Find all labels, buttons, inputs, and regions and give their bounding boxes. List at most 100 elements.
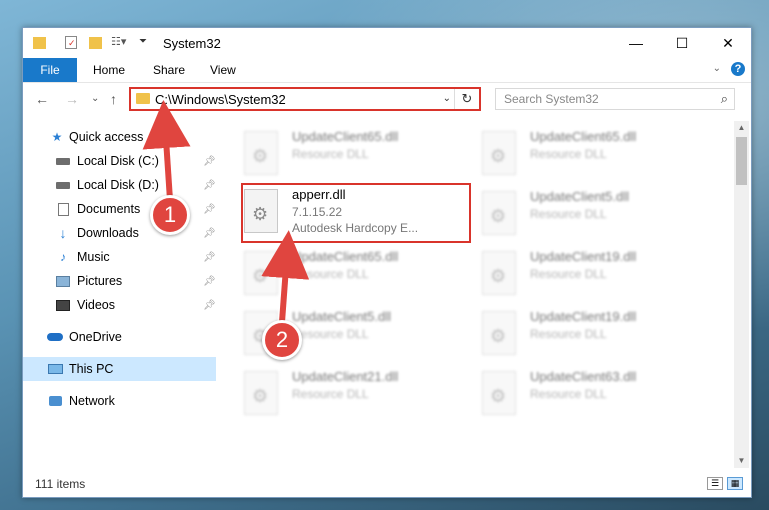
file-item[interactable]: ⚙ UpdateClient65.dll Resource DLL [244,127,469,183]
file-name: UpdateClient19.dll [530,249,637,264]
file-item[interactable]: ⚙ UpdateClient21.dll Resource DLL [244,367,469,423]
scrollbar-thumb[interactable] [736,137,747,185]
music-icon: ♪ [60,250,66,264]
up-arrow-icon[interactable]: ↑ [110,91,117,107]
large-icons-view-icon[interactable]: ▦ [727,477,743,490]
sidebar-item-label: Pictures [77,274,123,288]
file-name: UpdateClient21.dll [292,369,399,384]
vertical-scrollbar[interactable]: ▲ ▼ [734,121,749,468]
dll-file-icon: ⚙ [482,371,516,415]
sidebar-item-network[interactable]: Network [23,389,216,413]
expand-ribbon-icon[interactable]: ⌄ [713,63,721,74]
documents-icon [55,202,71,216]
computer-icon [47,362,63,376]
file-name: UpdateClient5.dll [530,189,630,204]
cloud-icon [47,330,63,344]
maximize-button[interactable]: ☐ [659,28,705,58]
dll-file-icon: ⚙ [482,131,516,175]
tab-view[interactable]: View [210,58,236,82]
sidebar-item-music[interactable]: ♪ Music 📌︎ [23,245,216,269]
pin-icon[interactable]: 📌︎ [203,276,216,287]
file-explorer-window: ✓ ☷▾ ⏷ System32 — ☐ ✕ File Home Share Vi… [22,27,752,498]
sidebar-item-local-disk-d[interactable]: Local Disk (D:) 📌︎ [23,173,216,197]
recent-locations-icon[interactable]: ⌄ [91,93,99,104]
downloads-icon: ↓ [59,225,67,241]
details-view-icon[interactable]: ☰ [707,477,723,490]
scroll-up-icon[interactable]: ▲ [734,121,749,135]
scroll-down-icon[interactable]: ▼ [734,454,749,468]
dll-file-icon: ⚙ [482,251,516,295]
dll-file-icon: ⚙ [244,371,278,415]
properties-icon[interactable]: ✓ [65,36,77,49]
close-button[interactable]: ✕ [705,28,751,58]
step-2-badge: 2 [262,320,302,360]
file-name: UpdateClient19.dll [530,309,637,324]
pictures-icon [55,274,71,288]
help-icon[interactable]: ? [731,62,745,76]
customize-toolbar-icon[interactable]: ☷▾ [111,35,126,51]
address-path[interactable]: C:\Windows\System32 [155,92,286,107]
gear-icon: ⚙ [490,146,507,166]
dll-file-icon: ⚙ [244,251,278,295]
sidebar-item-local-disk-c[interactable]: Local Disk (C:) 📌︎ [23,149,216,173]
tab-file[interactable]: File [23,58,77,82]
folder-icon [136,93,150,104]
address-bar[interactable]: C:\Windows\System32 ⌄ ↻ [129,87,481,111]
dll-file-icon: ⚙ [482,311,516,355]
dll-file-icon: ⚙ [244,131,278,175]
item-count: 111 items [35,477,86,491]
file-item[interactable]: ⚙ UpdateClient5.dll Resource DLL [482,187,707,243]
back-arrow-icon[interactable]: ← [35,91,49,107]
file-name: UpdateClient65.dll [292,129,399,144]
step-1-badge: 1 [150,195,190,235]
gear-icon: ⚙ [252,266,269,286]
apperr-highlight-box [241,183,471,243]
pin-icon[interactable]: 📌︎ [203,180,216,191]
file-description: Resource DLL [292,267,369,281]
search-placeholder[interactable]: Search System32 [504,92,599,106]
folder-icon [33,37,46,49]
tab-share[interactable]: Share [153,58,185,82]
file-item[interactable]: ⚙ UpdateClient19.dll Resource DLL [482,247,707,303]
new-folder-icon[interactable] [89,37,102,49]
file-item[interactable]: ⚙ UpdateClient65.dll Resource DLL [244,247,469,303]
minimize-button[interactable]: — [613,28,659,58]
pin-icon[interactable]: 📌︎ [203,204,216,215]
file-description: Resource DLL [530,387,607,401]
file-description: Resource DLL [292,327,369,341]
sidebar-item-quick-access[interactable]: ★ Quick access [23,125,216,149]
sidebar-item-label: Downloads [77,226,139,240]
sidebar-item-pictures[interactable]: Pictures 📌︎ [23,269,216,293]
gear-icon: ⚙ [490,266,507,286]
sidebar-item-this-pc[interactable]: This PC [23,357,216,381]
gear-icon: ⚙ [490,326,507,346]
gear-icon: ⚙ [490,206,507,226]
search-icon[interactable]: ⌕ [721,91,728,107]
file-description: Resource DLL [530,327,607,341]
quick-access-dropdown-icon[interactable]: ⏷ [139,36,147,52]
sidebar-item-label: Local Disk (D:) [77,178,159,192]
pin-icon[interactable]: 📌︎ [203,300,216,311]
file-description: Resource DLL [530,147,607,161]
star-icon: ★ [51,130,63,144]
sidebar-item-label: Local Disk (C:) [77,154,159,168]
address-dropdown-icon[interactable]: ⌄ [443,93,451,104]
file-name: UpdateClient65.dll [530,129,637,144]
sidebar-item-onedrive[interactable]: OneDrive [23,325,216,349]
gear-icon: ⚙ [252,386,269,406]
pin-icon[interactable]: 📌︎ [203,252,216,263]
tab-home[interactable]: Home [93,58,125,82]
drive-icon [55,154,71,168]
sidebar-item-label: Videos [77,298,115,312]
file-item[interactable]: ⚙ UpdateClient65.dll Resource DLL [482,127,707,183]
window-title: System32 [163,36,221,51]
file-item[interactable]: ⚙ UpdateClient63.dll Resource DLL [482,367,707,423]
forward-arrow-icon[interactable]: → [65,91,79,107]
file-description: Resource DLL [530,267,607,281]
file-item[interactable]: ⚙ UpdateClient19.dll Resource DLL [482,307,707,363]
search-input[interactable]: Search System32 ⌕ [495,88,735,110]
pin-icon[interactable]: 📌︎ [203,228,216,239]
sidebar-item-videos[interactable]: Videos 📌︎ [23,293,216,317]
refresh-icon[interactable]: ↻ [454,89,479,109]
pin-icon[interactable]: 📌︎ [203,156,216,167]
